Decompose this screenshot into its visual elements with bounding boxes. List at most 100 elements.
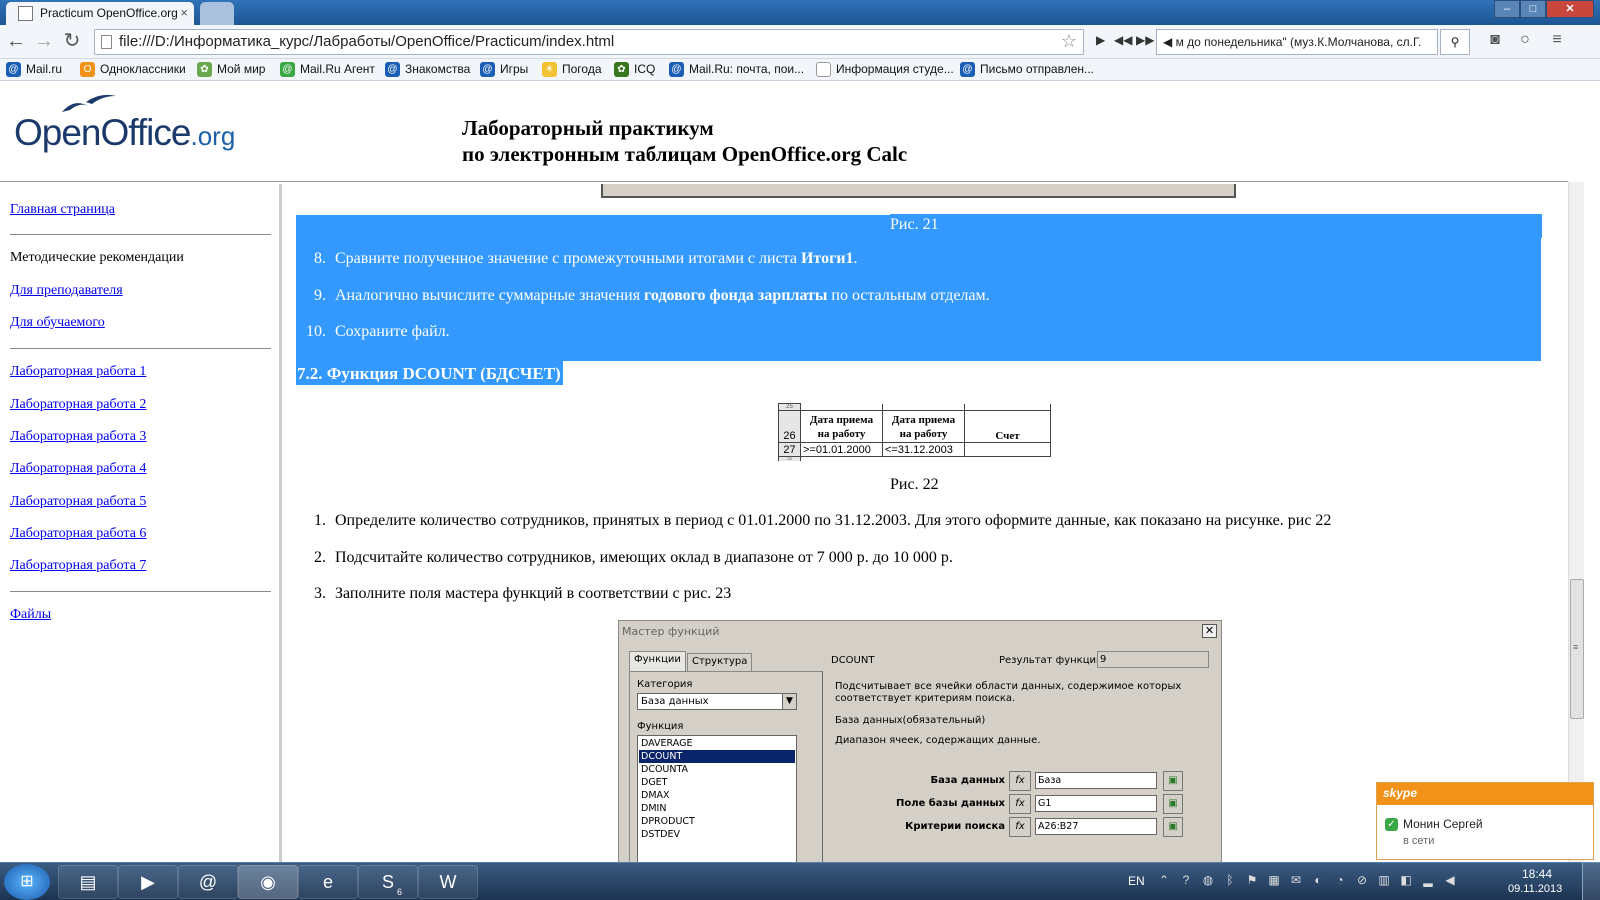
mail-agent-icon[interactable]: @	[178, 865, 238, 899]
bluetooth-icon[interactable]: ᛒ	[1222, 873, 1238, 889]
sidebar-link-lab-4[interactable]: Лабораторная работа 4	[10, 461, 146, 477]
tray-app-icon[interactable]: ✉	[1288, 873, 1304, 889]
sidebar-link-teacher[interactable]: Для преподавателя	[10, 283, 123, 299]
search-icon[interactable]: ⚲	[1440, 29, 1470, 55]
clock-time[interactable]: 18:44	[1522, 867, 1552, 881]
bookmark-item[interactable]: @ Mail.Ru Агент	[280, 62, 375, 77]
scrollbar-thumb[interactable]: ≡	[1570, 579, 1584, 719]
sidebar-link-lab-1[interactable]: Лабораторная работа 1	[10, 364, 146, 380]
bookmark-item[interactable]: @ Mail.Ru: почта, пои...	[669, 62, 804, 77]
bookmark-item[interactable]: @ Игры	[480, 62, 529, 77]
fx-icon: fx	[1009, 817, 1031, 837]
sidebar-link-home[interactable]: Главная страница	[10, 202, 115, 218]
bookmark-item[interactable]: @ Знакомства	[385, 62, 471, 77]
new-tab-button[interactable]	[200, 2, 234, 25]
chrome-icon[interactable]: ◉	[238, 865, 298, 899]
tray-arrow-icon[interactable]: ⌃	[1156, 873, 1172, 889]
online-status-icon: ✓	[1385, 818, 1398, 831]
next-track-icon[interactable]: ▶▶	[1136, 33, 1154, 47]
sidebar-divider	[10, 234, 271, 235]
maximize-button[interactable]: □	[1520, 0, 1546, 18]
bookmark-label: Знакомства	[405, 62, 471, 76]
sidebar-link-lab-2[interactable]: Лабораторная работа 2	[10, 397, 146, 413]
logo-main-text: OpenOffice	[14, 112, 191, 153]
tray-app-icon[interactable]: ◍	[1200, 873, 1216, 889]
tray-app-icon[interactable]: ▥	[1376, 873, 1392, 889]
sidebar-link-lab-6[interactable]: Лабораторная работа 6	[10, 526, 146, 542]
dialog-close-icon: ✕	[1202, 624, 1217, 638]
show-desktop-button[interactable]	[1582, 862, 1600, 900]
sidebar-link-student[interactable]: Для обучаемого	[10, 315, 105, 331]
close-window-button[interactable]: ✕	[1546, 0, 1594, 18]
previous-track-icon[interactable]: ◀◀	[1114, 33, 1132, 47]
language-indicator[interactable]: EN	[1128, 874, 1145, 888]
tray-app-icon[interactable]: ◐	[1310, 873, 1326, 889]
tray-app-icon[interactable]: ◧	[1398, 873, 1414, 889]
play-icon[interactable]: ▶	[1096, 33, 1105, 47]
wrench-menu-icon[interactable]: ≡	[1546, 31, 1568, 53]
tab-active[interactable]: Practicum OpenOffice.org ×	[6, 2, 194, 25]
cell: <=31.12.2003	[882, 442, 965, 457]
function-list-item: DAVERAGE	[641, 738, 693, 749]
odnoklassniki-icon: О	[80, 62, 95, 77]
help-icon[interactable]: ?	[1178, 873, 1194, 889]
result-label: Результат функции	[999, 655, 1103, 666]
player-track-field[interactable]: ◀ м до понедельника" (муз.К.Молчанова, с…	[1156, 29, 1438, 55]
tray-app-icon[interactable]: ◔	[1332, 873, 1348, 889]
vertical-scrollbar[interactable]: ≡	[1568, 182, 1584, 862]
list-item: 2. Подсчитайте количество сотрудников, и…	[296, 549, 1556, 573]
bookmark-star-icon[interactable]: ☆	[1061, 31, 1077, 52]
media-player-icon[interactable]: ▶	[118, 865, 178, 899]
list-text-part: Аналогично вычислите суммарные значения	[335, 287, 645, 304]
list-number: 1.	[314, 512, 326, 529]
volume-icon[interactable]: ◀	[1163, 35, 1172, 49]
skype-icon[interactable]: S6	[358, 865, 418, 899]
flag-icon[interactable]: ⚑	[1244, 873, 1260, 889]
tray-app-icon[interactable]: ▦	[1266, 873, 1282, 889]
bookmark-item[interactable]: О Одноклассники	[80, 62, 186, 77]
category-select: База данных ▼	[637, 693, 797, 710]
function-description: Подсчитывает все ячейки области данных, …	[835, 681, 1182, 704]
volume-icon[interactable]: ◀	[1442, 873, 1458, 889]
sidebar-link-lab-3[interactable]: Лабораторная работа 3	[10, 429, 146, 445]
address-text: file:///D:/Информатика_курс/Лабработы/Op…	[119, 33, 615, 50]
extension-icon[interactable]: ◙	[1484, 31, 1506, 53]
sidebar-link-lab-7[interactable]: Лабораторная работа 7	[10, 558, 146, 574]
sidebar-link-lab-5[interactable]: Лабораторная работа 5	[10, 494, 146, 510]
minimize-button[interactable]: –	[1494, 0, 1520, 18]
browser-window: Practicum OpenOffice.org × – □ ✕ ← → ↻ f…	[0, 0, 1600, 900]
list-number: 2.	[314, 549, 326, 566]
list-text-part: Сравните полученное значение с промежуто…	[335, 250, 801, 267]
list-text-part: .	[853, 250, 858, 267]
tray-app-icon[interactable]: ⊘	[1354, 873, 1370, 889]
internet-explorer-icon[interactable]: e	[298, 865, 358, 899]
back-arrow-icon[interactable]: ←	[4, 30, 28, 54]
system-tray: EN ⌃ ? ◍ ᛒ ⚑ ▦ ✉ ◐ ◔ ⊘ ▥ ◧ ▂ ◀ 18:44 09.…	[1128, 863, 1562, 900]
bookmark-item[interactable]: ✿ Мой мир	[197, 62, 266, 77]
bookmark-label: Игры	[500, 62, 529, 76]
address-bar[interactable]: file:///D:/Информатика_курс/Лабработы/Op…	[94, 29, 1084, 55]
bookmark-item[interactable]: ☀ Погода	[542, 62, 602, 77]
skype-notification[interactable]: skype ✓ Монин Сергей в сети	[1376, 782, 1594, 860]
start-button[interactable]: ⊞	[4, 864, 50, 900]
bookmark-label: Мой мир	[217, 62, 266, 76]
forward-arrow-icon[interactable]: →	[32, 30, 56, 54]
bookmark-item[interactable]: @ Mail.ru	[6, 62, 62, 77]
bookmark-item[interactable]: @ Письмо отправлен...	[960, 62, 1094, 77]
network-icon[interactable]: ▂	[1420, 873, 1436, 889]
taskbar: ⊞ ▤ ▶ @ ◉ e S6 W EN ⌃ ? ◍ ᛒ ⚑ ▦ ✉ ◐ ◔ ⊘ …	[0, 862, 1600, 900]
sidebar-link-files[interactable]: Файлы	[10, 607, 51, 623]
explorer-icon[interactable]: ▤	[58, 865, 118, 899]
contact-name: Монин Сергей	[1403, 817, 1483, 831]
clock-date[interactable]: 09.11.2013	[1508, 883, 1562, 895]
word-icon[interactable]: W	[418, 865, 478, 899]
tab-strip: Practicum OpenOffice.org × – □ ✕	[0, 0, 1600, 25]
extension-2-icon[interactable]: ○	[1514, 31, 1536, 53]
skype-logo: skype	[1377, 783, 1593, 805]
bookmark-item[interactable]: ✿ ICQ	[614, 62, 655, 77]
reload-icon[interactable]: ↻	[60, 30, 84, 54]
tab-close-button[interactable]: ×	[180, 5, 188, 20]
player-track-title: м до понедельника" (муз.К.Молчанова, сл.…	[1175, 35, 1422, 49]
agent-icon: @	[280, 62, 295, 77]
bookmark-item[interactable]: Информация студе...	[816, 62, 954, 77]
